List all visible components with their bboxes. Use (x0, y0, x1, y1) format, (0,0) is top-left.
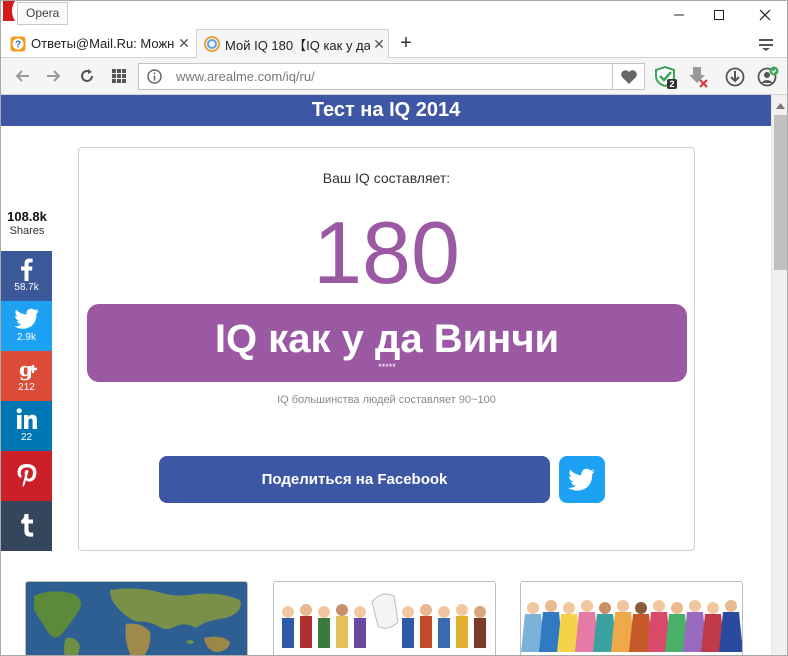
twitter-icon (13, 308, 39, 329)
user-sync-icon (757, 66, 779, 87)
address-bar[interactable]: www.arealme.com/iq/ru/ (138, 63, 613, 90)
iq-stars: ***** (378, 362, 396, 372)
minimize-button[interactable] (659, 3, 699, 27)
navigation-bar: www.arealme.com/iq/ru/ 2 (1, 58, 787, 95)
tab-title: Мой IQ 180【IQ как у да Б (225, 37, 370, 53)
iq-caption: Ваш IQ составляет: (322, 170, 451, 186)
social-linkedin-button[interactable]: 22 (1, 401, 52, 451)
shield-check-icon: 2 (655, 65, 677, 89)
download-extension-button[interactable] (686, 65, 710, 89)
forward-button[interactable] (43, 65, 65, 87)
back-arrow-icon (15, 70, 29, 82)
linkedin-icon (16, 408, 37, 429)
facebook-icon (20, 258, 33, 281)
pinterest-icon (17, 464, 36, 487)
title-bar: Opera (1, 1, 787, 29)
share-twitter-button[interactable] (559, 456, 605, 503)
page-viewport: Тест на IQ 2014 Ваш IQ составляет: 180 I… (1, 95, 771, 655)
speed-dial-button[interactable] (108, 65, 130, 87)
disney-princesses-image (521, 582, 742, 655)
related-test-thumbnail-princes[interactable] (273, 581, 496, 655)
share-total-count: 108.8k (7, 209, 47, 224)
download-icon (725, 67, 745, 87)
iq-result-banner: IQ как у да Винчи ***** (87, 304, 687, 382)
tab-title: Ответы@Mail.Ru: Можно (31, 36, 175, 51)
linkedin-share-count: 22 (20, 432, 33, 443)
maximize-button[interactable] (699, 3, 739, 27)
related-test-thumbnail-princesses[interactable] (520, 581, 743, 655)
heart-icon (620, 69, 637, 84)
maximize-icon (714, 10, 724, 20)
social-twitter-button[interactable]: 2.9k (1, 301, 52, 351)
vertical-scrollbar[interactable] (771, 95, 787, 655)
extension-badge: 2 (669, 79, 674, 89)
tab-close-icon[interactable]: ✕ (370, 36, 388, 53)
iq-average-note: IQ большинства людей составляет 90~100 (277, 394, 496, 406)
twitter-share-count: 2.9k (17, 332, 36, 343)
svg-text:?: ? (15, 39, 21, 50)
new-tab-button[interactable]: + (395, 32, 417, 54)
site-header-title[interactable]: Тест на IQ 2014 (1, 95, 771, 126)
close-window-button[interactable] (745, 3, 785, 27)
result-card: Ваш IQ составляет: 180 IQ как у да Винчи… (78, 147, 695, 551)
bookmark-button[interactable] (613, 63, 645, 90)
forward-arrow-icon (47, 70, 61, 82)
social-google-plus-button[interactable]: g 212 (1, 351, 52, 401)
facebook-share-count: 58.7k (14, 282, 39, 293)
reload-button[interactable] (76, 65, 98, 87)
grid-icon (112, 69, 126, 83)
google-plus-share-count: 212 (18, 382, 35, 393)
iq-score: 180 (313, 203, 460, 302)
site-info-icon[interactable] (147, 69, 162, 84)
tumblr-icon (20, 514, 33, 537)
share-total-label: Shares (9, 225, 45, 237)
social-pinterest-button[interactable] (1, 451, 52, 501)
social-facebook-button[interactable]: 58.7k (1, 251, 52, 301)
scroll-up-arrow-icon (776, 103, 785, 109)
tab-mail-answers[interactable]: ? Ответы@Mail.Ru: Можно ✕ (3, 29, 193, 58)
arealme-favicon-icon (204, 36, 220, 52)
world-map-image (26, 582, 247, 655)
mail-answers-favicon-icon: ? (10, 36, 26, 51)
close-icon (759, 9, 771, 21)
social-tumblr-button[interactable] (1, 501, 52, 551)
tab-bar: ? Ответы@Mail.Ru: Можно ✕ Мой IQ 180【IQ … (1, 29, 787, 58)
profile-sync-button[interactable] (756, 65, 780, 89)
minimize-icon (674, 14, 684, 16)
download-blocked-icon (689, 67, 708, 88)
tab-menu-icon[interactable] (757, 36, 777, 52)
scroll-up-button[interactable] (772, 99, 787, 113)
share-total: 108.8k Shares (1, 209, 53, 237)
back-button[interactable] (11, 65, 33, 87)
reload-icon (81, 69, 93, 82)
tab-iq-test[interactable]: Мой IQ 180【IQ как у да Б ✕ (196, 29, 389, 58)
downloads-button[interactable] (723, 65, 747, 89)
google-plus-icon: g (19, 357, 37, 381)
disney-princes-image (274, 582, 495, 655)
adguard-extension-button[interactable]: 2 (654, 65, 678, 89)
url-text: www.arealme.com/iq/ru/ (176, 69, 315, 84)
scrollbar-thumb[interactable] (774, 115, 787, 270)
related-test-thumbnail-world-map[interactable] (25, 581, 248, 655)
tab-close-icon[interactable]: ✕ (175, 35, 193, 52)
twitter-icon (568, 468, 595, 491)
opera-menu-button[interactable]: Opera (17, 2, 69, 25)
browser-window: Opera ? Ответы@Mail.Ru: Можно ✕ Мой IQ 1… (0, 0, 788, 656)
share-facebook-button[interactable]: Поделиться на Facebook (159, 456, 550, 503)
